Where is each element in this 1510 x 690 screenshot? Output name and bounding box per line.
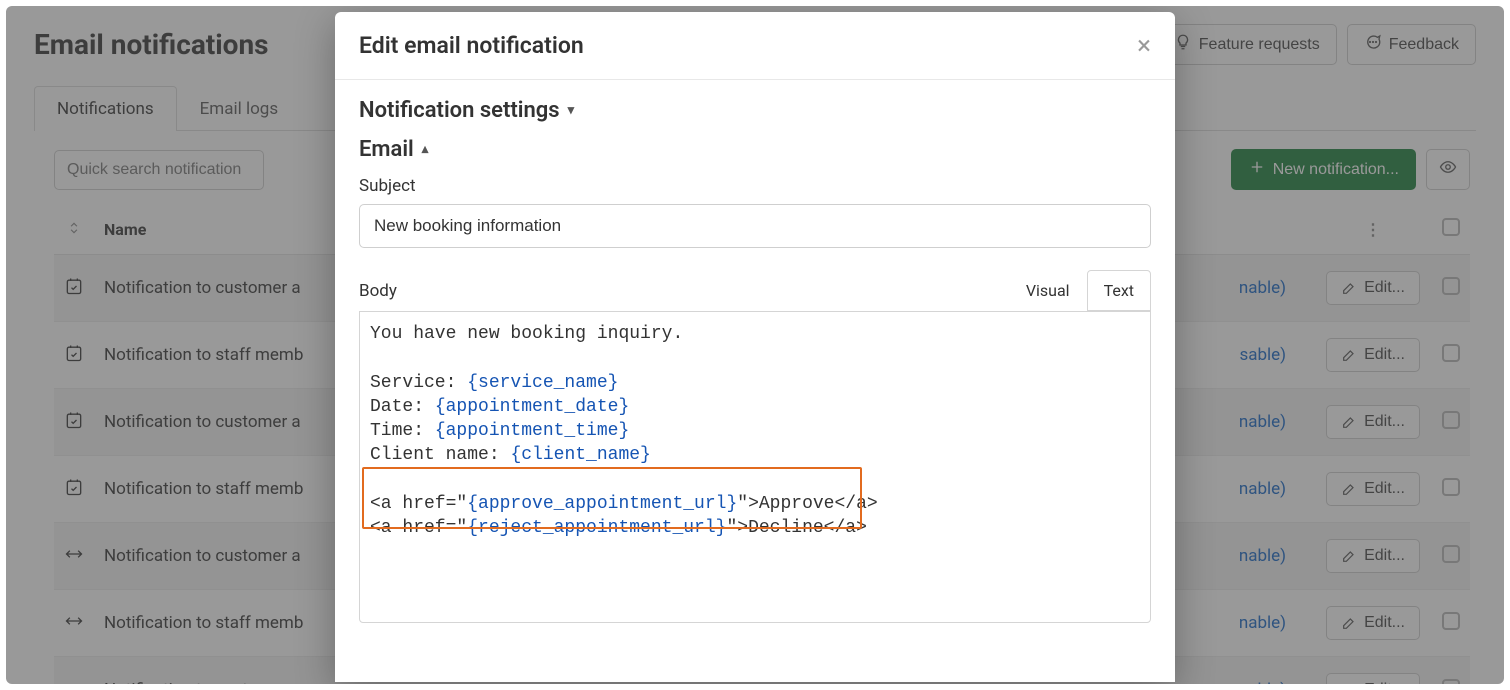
section-email[interactable]: Email ▴ (359, 137, 1151, 162)
section-notification-settings[interactable]: Notification settings ▾ (359, 98, 1151, 123)
body-tab-text[interactable]: Text (1087, 270, 1151, 311)
subject-input[interactable] (359, 204, 1151, 248)
close-icon[interactable]: × (1137, 33, 1151, 59)
edit-notification-modal: Edit email notification × Notification s… (335, 12, 1175, 682)
modal-title: Edit email notification (359, 32, 584, 59)
caret-down-icon: ▾ (568, 103, 575, 118)
caret-up-icon: ▴ (422, 142, 429, 157)
section-email-label: Email (359, 137, 414, 162)
body-textarea[interactable]: You have new booking inquiry. Service: {… (359, 311, 1151, 623)
body-label: Body (359, 281, 397, 301)
section-notification-settings-label: Notification settings (359, 98, 560, 123)
body-tab-visual[interactable]: Visual (1009, 270, 1087, 311)
subject-label: Subject (359, 176, 1151, 196)
